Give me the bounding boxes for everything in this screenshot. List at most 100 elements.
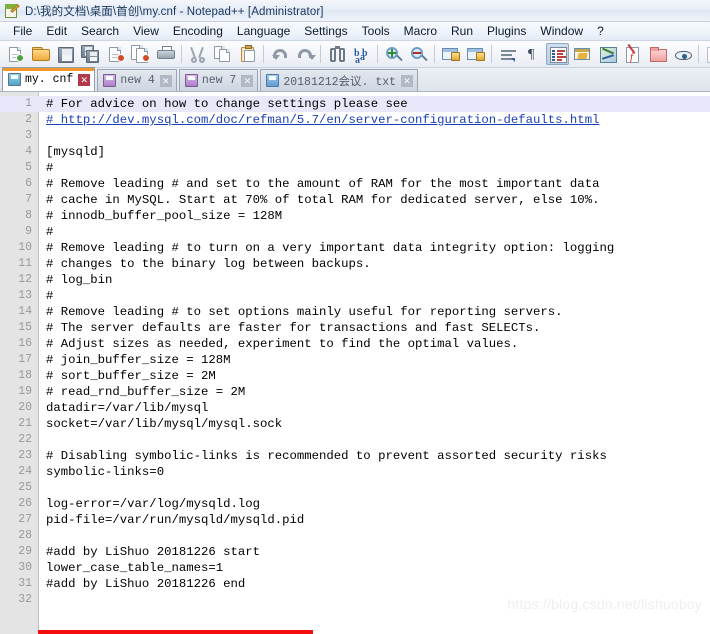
tab-new-7[interactable]: new 7 ✕ — [178, 69, 259, 91]
user-defined-dialog-icon[interactable] — [571, 43, 594, 65]
tab-new-4[interactable]: new 4 ✕ — [97, 69, 177, 91]
monitoring-icon[interactable] — [671, 43, 694, 65]
line-number: 3 — [25, 129, 32, 142]
code-line[interactable]: 14 # Remove leading # to set options main… — [0, 304, 710, 320]
code-line[interactable]: 28 — [0, 528, 710, 544]
code-line[interactable]: 5 # — [0, 160, 710, 176]
tab-my-cnf[interactable]: my. cnf ✕ — [2, 67, 96, 91]
toolbar-separator — [491, 45, 492, 63]
line-number: 15 — [18, 321, 32, 334]
code-line[interactable]: 30 lower_case_table_names=1 — [0, 560, 710, 576]
code-line[interactable]: 7 # cache in MySQL. Start at 70% of total… — [0, 192, 710, 208]
paste-icon[interactable] — [236, 43, 259, 65]
line-number: 5 — [25, 161, 32, 174]
sync-horizontal-scroll-icon[interactable] — [464, 43, 487, 65]
show-all-characters-icon[interactable]: ¶ — [521, 43, 544, 65]
document-map-icon[interactable] — [596, 43, 619, 65]
code-line[interactable]: 29 #add by LiShuo 20181226 start — [0, 544, 710, 560]
code-line[interactable]: 9 # — [0, 224, 710, 240]
copy-icon[interactable] — [211, 43, 234, 65]
zoom-out-icon[interactable] — [407, 43, 430, 65]
close-all-icon[interactable] — [129, 43, 152, 65]
code-line-text: # log_bin — [46, 273, 113, 287]
code-line[interactable]: 13 # — [0, 288, 710, 304]
code-line[interactable]: 22 — [0, 432, 710, 448]
code-line[interactable]: 18 # sort_buffer_size = 2M — [0, 368, 710, 384]
menu-bar: File Edit Search View Encoding Language … — [0, 22, 710, 41]
code-line[interactable]: 2 # http://dev.mysql.com/doc/refman/5.7/e… — [0, 112, 710, 128]
code-line-text: socket=/var/lib/mysql/mysql.sock — [46, 417, 283, 431]
code-line[interactable]: 10 # Remove leading # to turn on a very i… — [0, 240, 710, 256]
zoom-in-icon[interactable] — [382, 43, 405, 65]
code-line[interactable]: 31 #add by LiShuo 20181226 end — [0, 576, 710, 592]
menu-item-macro[interactable]: Macro — [397, 23, 444, 40]
code-line-link[interactable]: # http://dev.mysql.com/doc/refman/5.7/en… — [46, 112, 599, 128]
save-all-icon[interactable] — [79, 43, 102, 65]
code-line[interactable]: 12 # log_bin — [0, 272, 710, 288]
code-line[interactable]: 1 # For advice on how to change settings … — [0, 96, 710, 112]
code-line[interactable]: 15 # The server defaults are faster for t… — [0, 320, 710, 336]
menu-item-tools[interactable]: Tools — [355, 23, 397, 40]
code-line[interactable]: 26 log-error=/var/log/mysqld.log — [0, 496, 710, 512]
code-line[interactable]: 11 # changes to the binary log between ba… — [0, 256, 710, 272]
start-recording-icon[interactable] — [703, 43, 710, 65]
code-line[interactable]: 27 pid-file=/var/run/mysqld/mysqld.pid — [0, 512, 710, 528]
sync-vertical-scroll-icon[interactable] — [439, 43, 462, 65]
redo-icon[interactable] — [293, 43, 316, 65]
tab-close-icon[interactable]: ✕ — [78, 73, 91, 86]
code-line[interactable]: 4 [mysqld] — [0, 144, 710, 160]
close-file-icon[interactable] — [104, 43, 127, 65]
code-line[interactable]: 16 # Adjust sizes as needed, experiment t… — [0, 336, 710, 352]
new-file-icon[interactable] — [4, 43, 27, 65]
tab-close-icon[interactable]: ✕ — [401, 74, 414, 87]
code-line[interactable]: 21 socket=/var/lib/mysql/mysql.sock — [0, 416, 710, 432]
folder-as-workspace-icon[interactable] — [646, 43, 669, 65]
code-line[interactable]: 20 datadir=/var/lib/mysql — [0, 400, 710, 416]
tab-close-icon[interactable]: ✕ — [159, 74, 172, 87]
code-lines[interactable]: 1 # For advice on how to change settings … — [0, 96, 710, 608]
code-line[interactable]: 23 # Disabling symbolic-links is recommen… — [0, 448, 710, 464]
find-icon[interactable] — [325, 43, 348, 65]
saved-doc-icon — [8, 73, 21, 86]
word-wrap-icon[interactable] — [496, 43, 519, 65]
code-line[interactable]: 8 # innodb_buffer_pool_size = 128M — [0, 208, 710, 224]
code-line[interactable]: 3 — [0, 128, 710, 144]
function-list-icon[interactable]: f — [621, 43, 644, 65]
undo-icon[interactable] — [268, 43, 291, 65]
menu-item-view[interactable]: View — [126, 23, 166, 40]
text-editor[interactable]: 1 # For advice on how to change settings … — [0, 92, 710, 634]
menu-item-search[interactable]: Search — [74, 23, 126, 40]
menu-item-language[interactable]: Language — [230, 23, 297, 40]
code-line[interactable]: 19 # read_rnd_buffer_size = 2M — [0, 384, 710, 400]
menu-item-run[interactable]: Run — [444, 23, 480, 40]
line-number: 19 — [18, 385, 32, 398]
menu-item-window[interactable]: Window — [533, 23, 590, 40]
menu-item-edit[interactable]: Edit — [39, 23, 74, 40]
code-line-text: # join_buffer_size = 128M — [46, 353, 231, 367]
menu-item-settings[interactable]: Settings — [297, 23, 354, 40]
code-line[interactable]: 17 # join_buffer_size = 128M — [0, 352, 710, 368]
code-line[interactable]: 25 — [0, 480, 710, 496]
code-line-text: pid-file=/var/run/mysqld/mysqld.pid — [46, 513, 305, 527]
menu-item-encoding[interactable]: Encoding — [166, 23, 230, 40]
tab-20181212-meeting-txt[interactable]: 20181212会议. txt ✕ — [260, 69, 419, 91]
cut-icon[interactable] — [186, 43, 209, 65]
code-line[interactable]: 24 symbolic-links=0 — [0, 464, 710, 480]
line-number: 25 — [18, 481, 32, 494]
code-line[interactable]: 6 # Remove leading # and set to the amoun… — [0, 176, 710, 192]
line-number: 22 — [18, 433, 32, 446]
open-file-icon[interactable] — [29, 43, 52, 65]
replace-icon[interactable]: ba ab — [350, 43, 373, 66]
print-icon[interactable] — [154, 43, 177, 65]
code-line-text: #add by LiShuo 20181226 end — [46, 577, 246, 591]
toolbar-separator — [698, 45, 699, 63]
menu-item-file[interactable]: File — [6, 23, 39, 40]
show-indent-guide-icon[interactable] — [546, 43, 569, 65]
save-icon[interactable] — [54, 43, 77, 65]
code-line-text: # changes to the binary log between back… — [46, 257, 371, 271]
tab-close-icon[interactable]: ✕ — [241, 74, 254, 87]
menu-item-help[interactable]: ? — [590, 23, 611, 40]
line-number: 10 — [18, 241, 32, 254]
code-line-text: # — [46, 225, 54, 239]
menu-item-plugins[interactable]: Plugins — [480, 23, 533, 40]
